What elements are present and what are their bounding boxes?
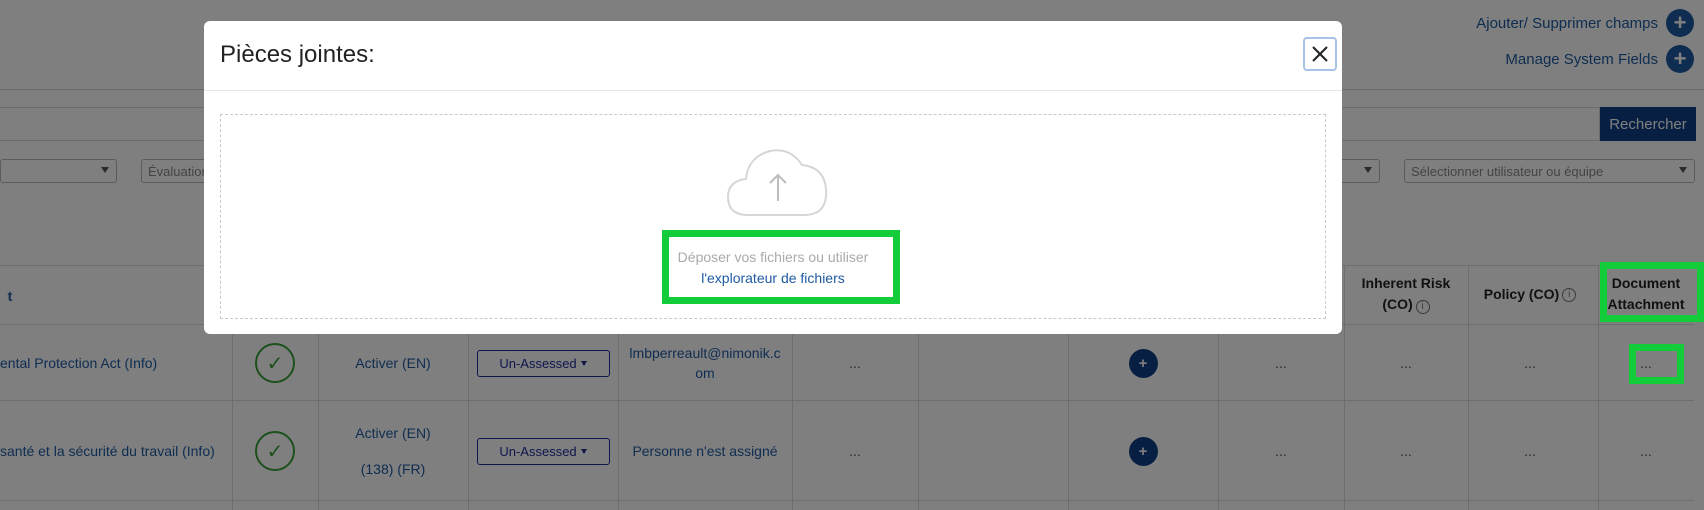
highlight-attachment-button <box>1629 344 1684 384</box>
highlight-drop-text <box>662 230 900 304</box>
modal-header: Pièces jointes: <box>204 21 1342 91</box>
modal-title: Pièces jointes: <box>220 41 375 68</box>
close-icon <box>1312 46 1328 62</box>
close-button[interactable] <box>1303 37 1337 71</box>
cloud-upload-icon <box>726 149 828 216</box>
highlight-document-attachment-header <box>1600 262 1704 322</box>
